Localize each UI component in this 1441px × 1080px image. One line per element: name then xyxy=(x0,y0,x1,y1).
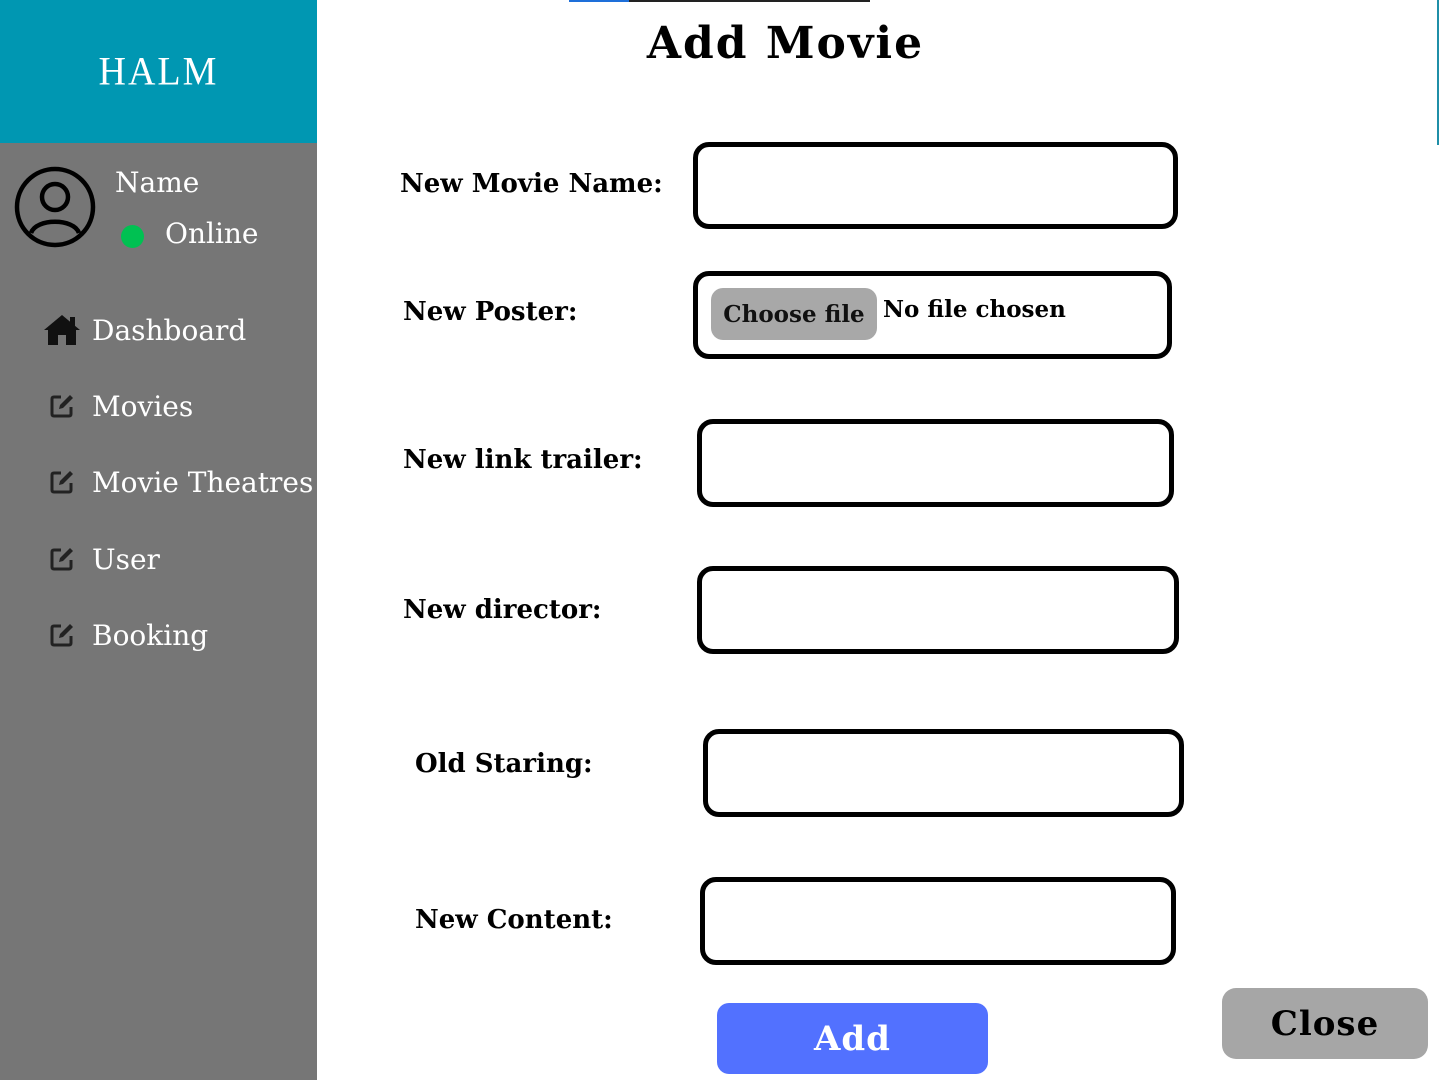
choose-file-button[interactable]: Choose file xyxy=(711,288,877,340)
avatar-icon xyxy=(14,166,96,248)
top-divider xyxy=(629,0,870,2)
add-button[interactable]: Add xyxy=(717,1003,988,1074)
sidebar-item-label: User xyxy=(92,542,160,576)
edit-icon xyxy=(40,393,84,419)
file-status-text: No file chosen xyxy=(883,296,1066,323)
movie-name-input[interactable] xyxy=(698,147,1173,224)
online-status-dot xyxy=(121,225,144,248)
user-status: Online xyxy=(165,217,259,250)
starring-input[interactable] xyxy=(708,734,1179,812)
trailer-field xyxy=(697,419,1174,507)
sidebar: HALM Name Online Dashboard Movies Movie … xyxy=(0,0,317,1080)
sidebar-item-label: Movie Theatres xyxy=(92,465,314,499)
poster-label: New Poster: xyxy=(403,297,578,327)
poster-file-field: Choose file No file chosen xyxy=(693,271,1172,359)
director-field xyxy=(697,566,1179,654)
edit-icon xyxy=(40,622,84,648)
edit-icon xyxy=(40,546,84,572)
sidebar-item-user[interactable]: User xyxy=(40,536,160,582)
trailer-input[interactable] xyxy=(702,424,1169,502)
user-name: Name xyxy=(115,166,200,199)
trailer-label: New link trailer: xyxy=(403,445,643,475)
sidebar-item-label: Dashboard xyxy=(92,313,247,347)
home-icon xyxy=(40,313,84,347)
top-divider-accent xyxy=(569,0,629,2)
sidebar-item-label: Movies xyxy=(92,389,194,423)
starring-label: Old Staring: xyxy=(415,749,593,779)
sidebar-item-movie-theatres[interactable]: Movie Theatres xyxy=(40,459,313,505)
movie-name-field xyxy=(693,142,1178,229)
movie-name-label: New Movie Name: xyxy=(400,169,663,199)
director-label: New director: xyxy=(403,595,602,625)
page-title: Add Movie xyxy=(646,18,925,69)
close-button[interactable]: Close xyxy=(1222,988,1428,1059)
sidebar-item-dashboard[interactable]: Dashboard xyxy=(40,307,246,353)
sidebar-item-label: Booking xyxy=(92,618,209,652)
sidebar-item-movies[interactable]: Movies xyxy=(40,383,193,429)
page-title-row: Add Movie xyxy=(0,18,1441,69)
edit-icon xyxy=(40,469,84,495)
sidebar-item-booking[interactable]: Booking xyxy=(40,612,208,658)
starring-field xyxy=(703,729,1184,817)
content-label: New Content: xyxy=(415,905,613,935)
content-field xyxy=(700,877,1176,965)
director-input[interactable] xyxy=(702,571,1174,649)
content-input[interactable] xyxy=(705,882,1171,960)
